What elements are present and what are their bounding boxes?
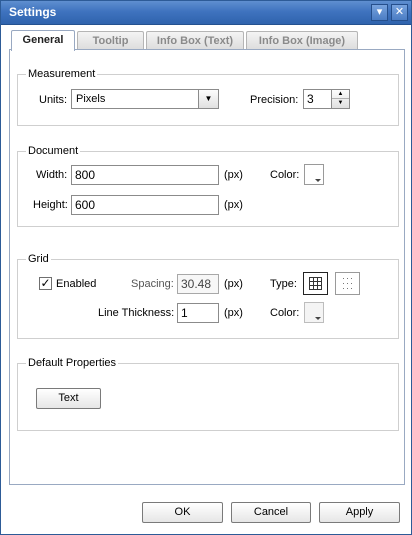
window-title: Settings [9, 5, 57, 19]
enabled-checkbox[interactable]: ✓ [39, 277, 52, 290]
tab-info-box-image[interactable]: Info Box (Image) [246, 31, 358, 50]
ok-button[interactable]: OK [142, 502, 223, 523]
document-color-label: Color: [270, 169, 300, 181]
width-input[interactable]: 800 [71, 165, 219, 185]
type-label: Type: [270, 278, 297, 290]
line-thickness-unit: (px) [224, 307, 243, 319]
title-bar[interactable]: Settings ▾ ✕ [1, 1, 411, 25]
spin-down-icon[interactable]: ▼ [332, 99, 349, 108]
spacing-input[interactable]: 30.48 [177, 274, 219, 294]
grid-color-label: Color: [270, 307, 300, 319]
spin-up-icon[interactable]: ▲ [332, 90, 349, 99]
spacing-label: Spacing: [131, 278, 174, 290]
cancel-button[interactable]: Cancel [231, 502, 311, 523]
units-value: Pixels [76, 93, 106, 105]
line-thickness-label: Line Thickness: [98, 307, 175, 319]
measurement-legend: Measurement [28, 68, 96, 80]
grid-dots-icon[interactable] [335, 272, 360, 295]
enabled-label: Enabled [56, 278, 97, 290]
minimize-icon[interactable]: ▾ [371, 4, 388, 21]
settings-dialog: Settings ▾ ✕ General Tooltip Info Box (T… [0, 0, 412, 535]
precision-spinner[interactable]: ▲ ▼ [332, 89, 350, 109]
grid-lines-icon[interactable] [303, 272, 328, 295]
tab-general[interactable]: General [11, 30, 75, 51]
width-unit: (px) [224, 169, 243, 181]
document-color-picker[interactable] [304, 164, 324, 185]
line-thickness-input[interactable]: 1 [177, 303, 219, 323]
height-label: Height: [33, 199, 68, 211]
grid-legend: Grid [28, 253, 49, 265]
grid-color-picker[interactable] [304, 302, 324, 323]
general-panel: Measurement Units: Pixels ▼ Precision: 3… [9, 49, 405, 485]
units-label: Units: [39, 94, 68, 106]
precision-label: Precision: [250, 94, 299, 106]
precision-input[interactable]: 3 [303, 89, 332, 109]
close-icon[interactable]: ✕ [391, 4, 408, 21]
tab-bar: General Tooltip Info Box (Text) Info Box… [9, 30, 405, 51]
apply-button[interactable]: Apply [319, 502, 400, 523]
tab-info-box-text[interactable]: Info Box (Text) [146, 31, 244, 50]
spacing-unit: (px) [224, 278, 243, 290]
width-label: Width: [36, 169, 68, 181]
default-properties-legend: Default Properties [28, 357, 117, 369]
chevron-down-icon[interactable]: ▼ [198, 90, 218, 108]
height-unit: (px) [224, 199, 243, 211]
tab-tooltip[interactable]: Tooltip [77, 31, 144, 50]
text-properties-button[interactable]: Text [36, 388, 101, 409]
document-legend: Document [28, 145, 79, 157]
units-select[interactable]: Pixels ▼ [71, 89, 219, 109]
height-input[interactable]: 600 [71, 195, 219, 215]
